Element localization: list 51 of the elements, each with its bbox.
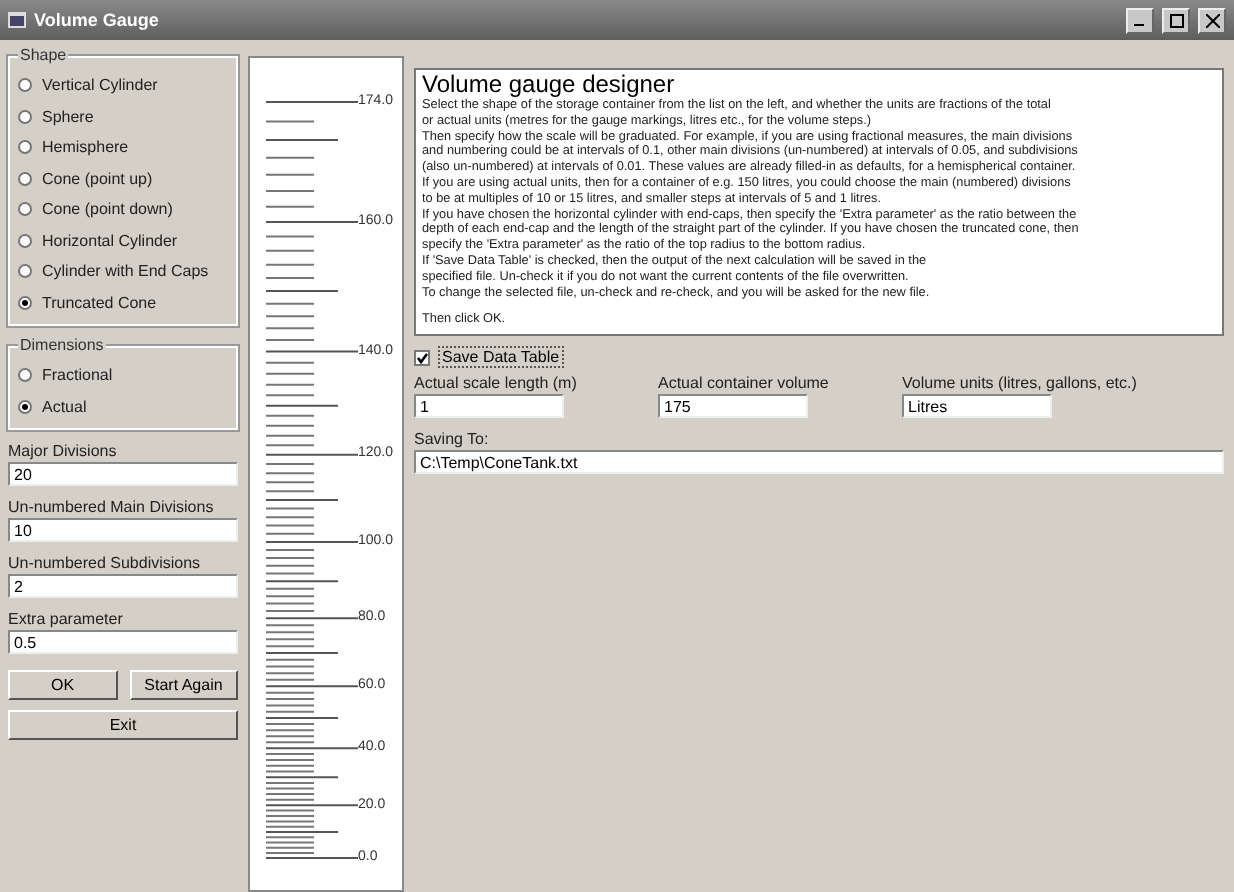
field-label: Saving To: [414, 430, 491, 448]
group-label: Shape [18, 46, 69, 64]
radio-button[interactable] [18, 264, 32, 279]
radio-button[interactable] [18, 78, 32, 93]
maximize-button[interactable] [1162, 7, 1190, 33]
exit-button[interactable]: Exit [8, 710, 238, 740]
input-field[interactable]: 1 [414, 394, 564, 418]
input-field[interactable]: 20 [8, 462, 238, 486]
radio-button[interactable] [18, 140, 32, 155]
input-field[interactable]: 2 [8, 574, 238, 598]
maximize-icon [1169, 13, 1183, 27]
radio-label: Cone (point up) [42, 169, 153, 188]
field-label: Un-numbered Main Divisions [8, 498, 216, 516]
radio-label: Cylinder with End Caps [42, 262, 209, 281]
input-field[interactable]: Litres [902, 394, 1052, 418]
radio-label: Vertical Cylinder [42, 76, 158, 95]
group-label: Dimensions [18, 336, 106, 354]
field-label: Volume units (litres, gallons, etc.) [902, 374, 1139, 392]
radio-label: Fractional [42, 366, 113, 385]
radio-button[interactable] [18, 202, 32, 217]
start-again-button[interactable]: Start Again [129, 670, 238, 700]
field-label: Actual scale length (m) [414, 374, 579, 392]
field-label: Actual container volume [658, 374, 831, 392]
input-field[interactable]: 175 [658, 394, 808, 418]
checkbox-label: Save Data Table [438, 346, 564, 368]
radio-label: Horizontal Cylinder [42, 231, 178, 250]
close-button[interactable] [1198, 7, 1226, 33]
close-icon [1205, 13, 1219, 27]
radio-button[interactable] [18, 399, 32, 414]
input-field[interactable]: 0.5 [8, 630, 238, 654]
radio-label: Truncated Cone [42, 293, 157, 312]
field-label: Extra parameter [8, 610, 125, 628]
field-label: Major Divisions [8, 442, 119, 460]
input-field[interactable]: 10 [8, 518, 238, 542]
minimize-button[interactable] [1126, 7, 1154, 33]
radio-button[interactable] [18, 109, 32, 124]
radio-label: Cone (point down) [42, 200, 173, 219]
radio-label: Sphere [42, 107, 94, 126]
description-title: Volume gauge designer [422, 72, 677, 98]
field-label: Un-numbered Subdivisions [8, 554, 203, 572]
app-icon [8, 12, 26, 28]
checkbox[interactable] [414, 349, 430, 365]
ok-button[interactable]: OK [8, 670, 117, 700]
radio-button[interactable] [18, 171, 32, 186]
window-title: Volume Gauge [34, 10, 161, 30]
radio-label: Hemisphere [42, 138, 129, 157]
radio-label: Actual [42, 397, 87, 416]
radio-button[interactable] [18, 295, 32, 310]
radio-button[interactable] [18, 368, 32, 383]
radio-button[interactable] [18, 233, 32, 248]
input-field[interactable]: C:\Temp\ConeTank.txt [414, 450, 1224, 474]
